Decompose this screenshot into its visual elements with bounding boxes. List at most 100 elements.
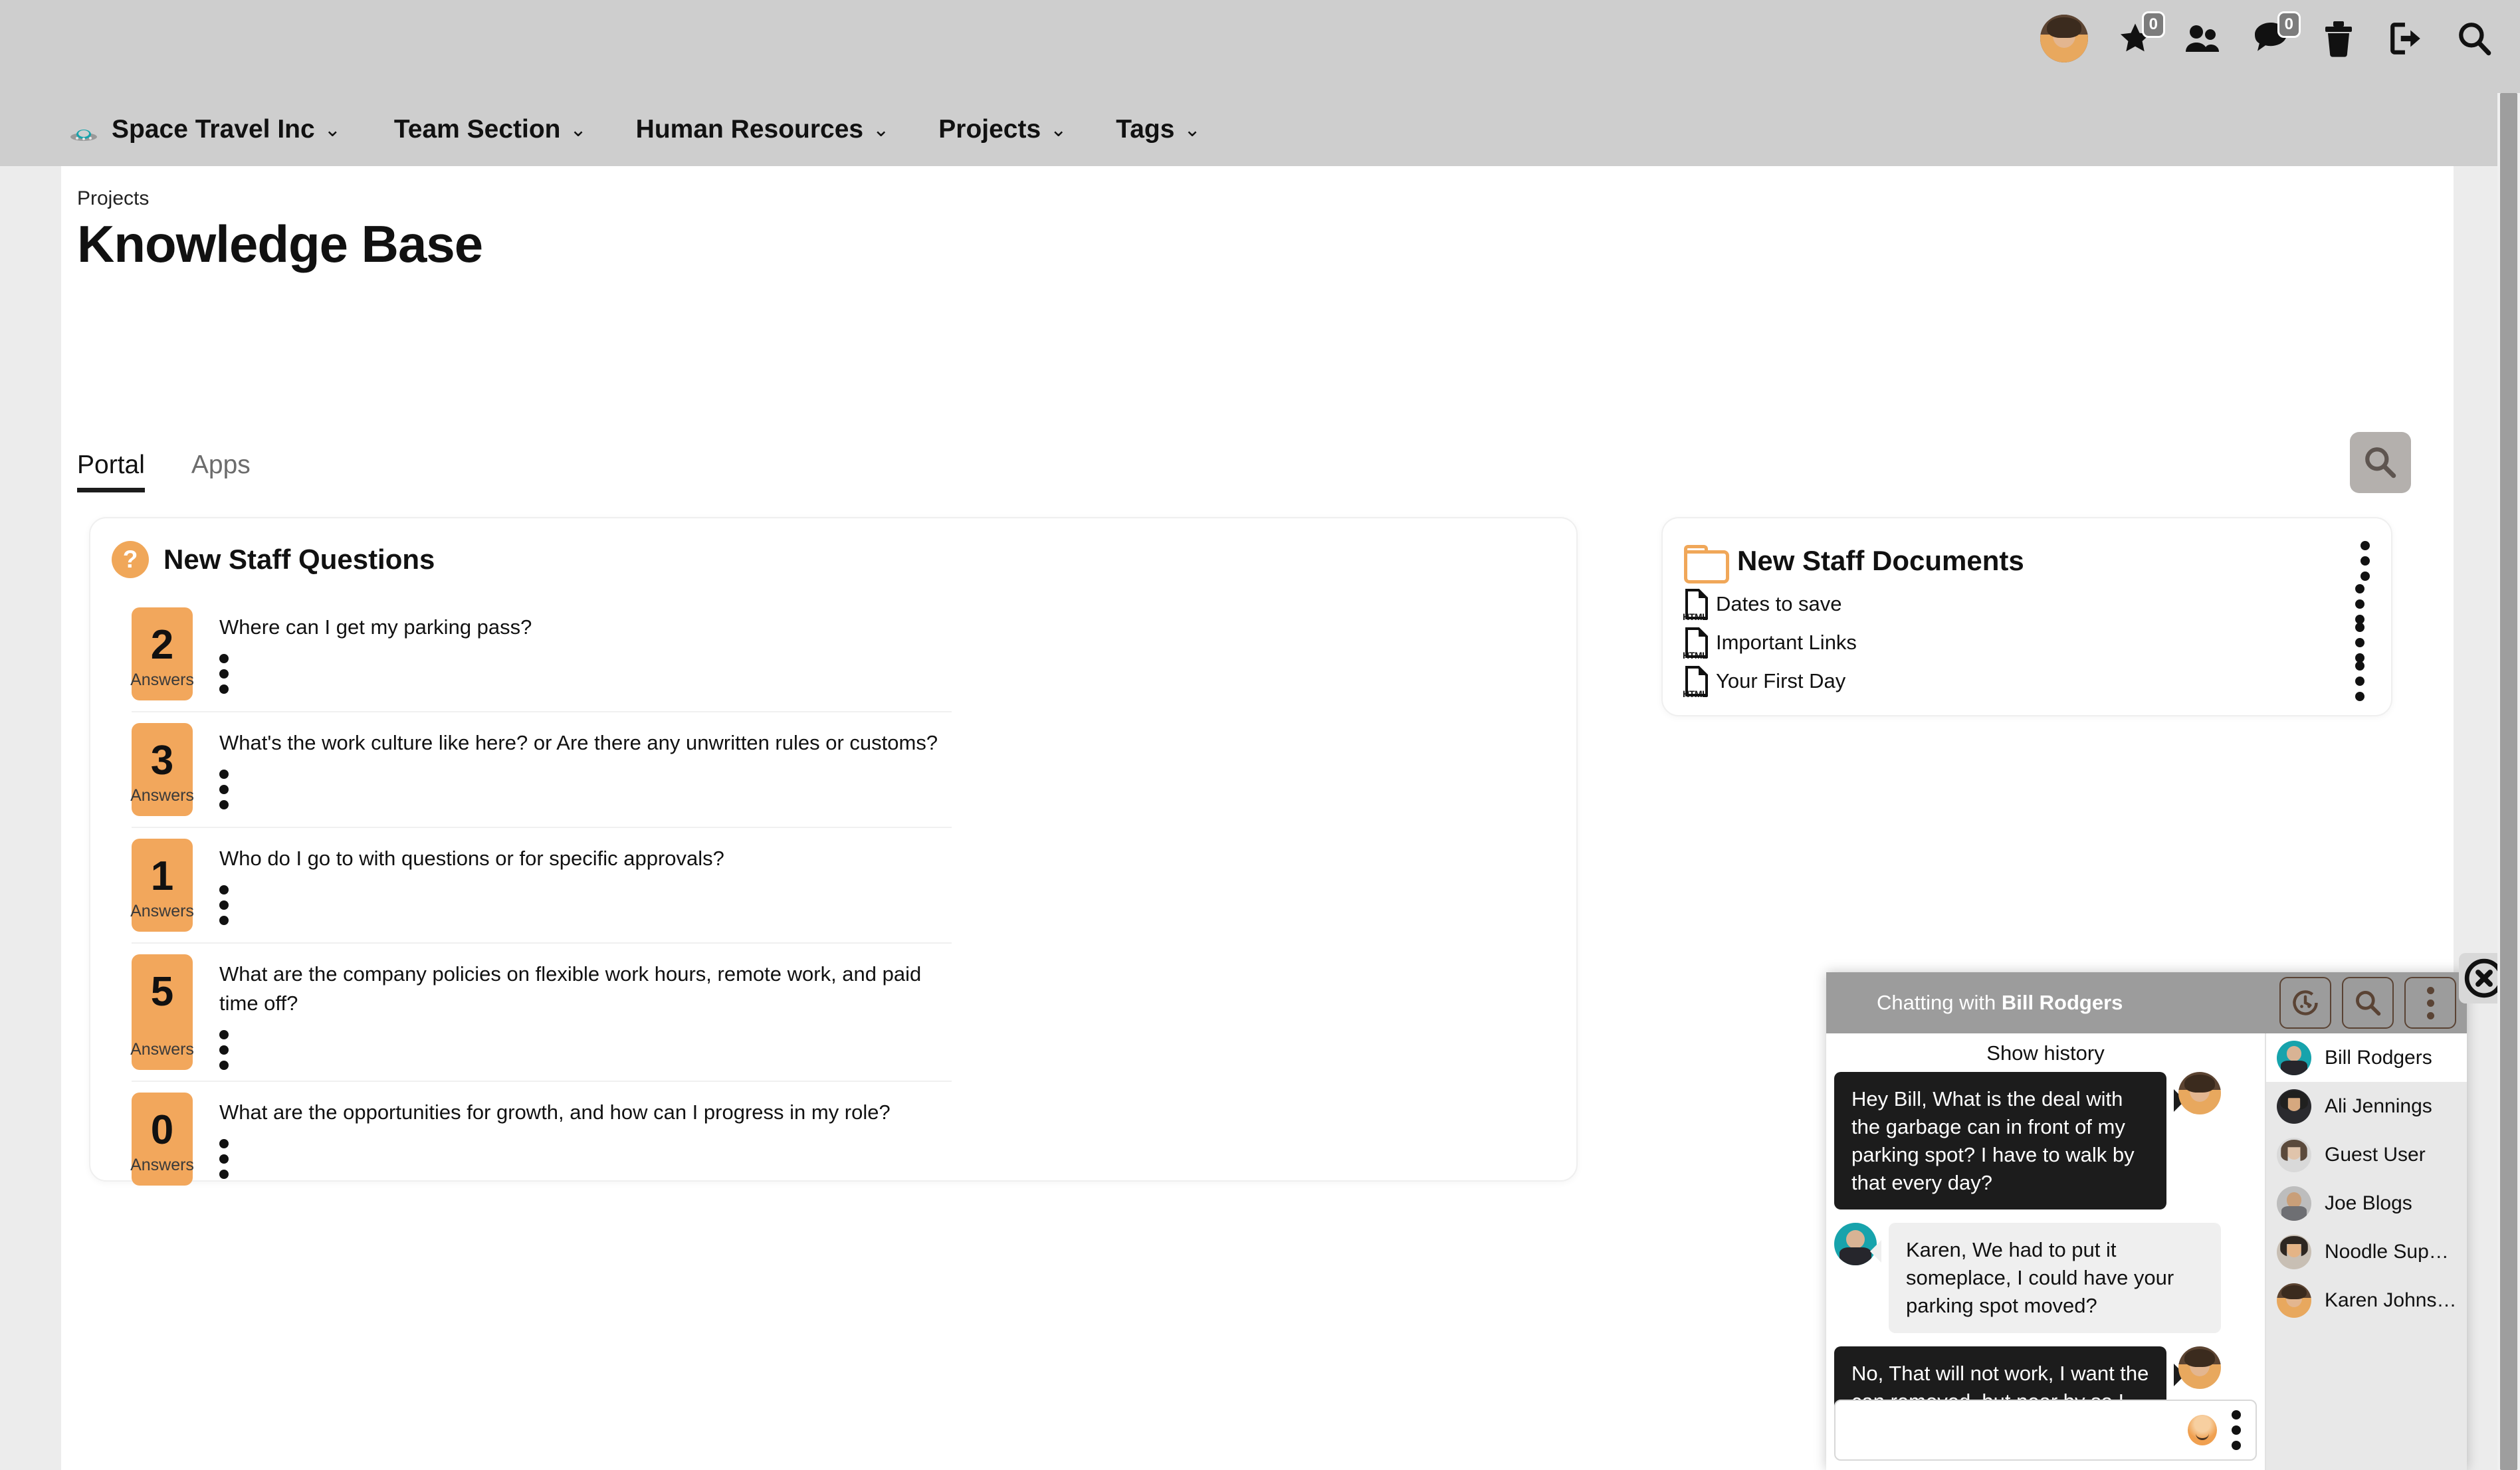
kebab-menu-icon[interactable] xyxy=(2355,584,2364,624)
chat-messages: Hey Bill, What is the deal with the garb… xyxy=(1826,1072,2265,1457)
avatar xyxy=(2277,1186,2311,1221)
trash-icon[interactable] xyxy=(2318,18,2359,59)
question-text: Who do I go to with questions or for spe… xyxy=(219,847,724,870)
contact-row-guest-user[interactable]: Guest User xyxy=(2266,1130,2467,1179)
answers-label: Answers xyxy=(130,1040,194,1059)
document-row[interactable]: HTML Important Links xyxy=(1663,623,2391,663)
top-icon-group: 0 0 xyxy=(2040,11,2495,62)
kebab-menu-icon[interactable] xyxy=(219,1139,229,1180)
card-title: New Staff Questions xyxy=(163,544,435,575)
answer-count: 2 xyxy=(150,622,174,668)
new-staff-documents-card: New Staff Documents HTML Dates to save H… xyxy=(1661,517,2392,716)
kebab-menu-icon[interactable] xyxy=(219,654,229,694)
chat-header: Chatting with Bill Rodgers xyxy=(1826,972,2467,1033)
kebab-menu-icon[interactable] xyxy=(219,885,229,926)
breadcrumb[interactable]: Projects xyxy=(77,187,149,210)
document-row[interactable]: HTML Dates to save xyxy=(1663,584,2391,624)
question-text: Where can I get my parking pass? xyxy=(219,615,532,639)
document-name: Dates to save xyxy=(1716,592,1842,615)
card-title: New Staff Documents xyxy=(1737,545,2024,576)
contact-name: Joe Blogs xyxy=(2325,1192,2412,1214)
nav-item-space-travel-inc[interactable]: Space Travel Inc ⌄ xyxy=(69,115,362,144)
avatar[interactable] xyxy=(2040,15,2088,62)
nav-item-tags[interactable]: Tags ⌄ xyxy=(1116,115,1221,144)
chat-contacts-list: Bill Rodgers Ali Jennings Guest User Joe… xyxy=(2265,1033,2467,1470)
composer-kebab-menu-icon[interactable] xyxy=(2232,1410,2241,1450)
question-text: What are the company policies on flexibl… xyxy=(219,962,922,1015)
html-file-icon: HTML xyxy=(1683,627,1709,661)
kebab-menu-icon[interactable] xyxy=(2355,661,2364,701)
document-name: Important Links xyxy=(1716,631,1857,654)
chat-bubble-icon[interactable]: 0 xyxy=(2250,11,2301,59)
search-icon xyxy=(2365,447,2396,478)
star-icon[interactable]: 0 xyxy=(2115,11,2165,59)
kebab-menu-icon[interactable] xyxy=(2361,541,2370,581)
answer-count-badge: 2 Answers xyxy=(130,607,194,700)
nav-item-label: Human Resources xyxy=(635,115,864,144)
chat-kebab-menu-icon[interactable] xyxy=(2404,977,2456,1029)
message-avatar xyxy=(2178,1072,2221,1114)
question-row[interactable]: 5 Answers What are the company policies … xyxy=(130,942,952,1081)
emoji-icon[interactable] xyxy=(2188,1415,2217,1445)
kebab-menu-icon[interactable] xyxy=(219,770,229,810)
nav-item-human-resources[interactable]: Human Resources ⌄ xyxy=(636,115,911,144)
html-file-icon: HTML xyxy=(1683,666,1709,699)
contact-name: Noodle Sup… xyxy=(2325,1240,2449,1263)
message-avatar xyxy=(2178,1346,2221,1389)
question-row[interactable]: 1 Answers Who do I go to with questions … xyxy=(130,827,952,942)
chevron-down-icon: ⌄ xyxy=(873,118,890,141)
card-header: New Staff Documents xyxy=(1663,518,2391,583)
search-icon[interactable] xyxy=(2454,18,2495,59)
message-bubble: Hey Bill, What is the deal with the garb… xyxy=(1834,1072,2185,1210)
contact-row-joe-blogs[interactable]: Joe Blogs xyxy=(2266,1179,2467,1227)
contact-row-bill-rodgers[interactable]: Bill Rodgers xyxy=(2266,1033,2467,1082)
answers-label: Answers xyxy=(130,1156,194,1175)
contact-row-ali-jennings[interactable]: Ali Jennings xyxy=(2266,1082,2467,1130)
question-row[interactable]: 0 Answers What are the opportunities for… xyxy=(130,1081,952,1196)
question-mark-icon: ? xyxy=(112,541,149,578)
question-row[interactable]: 2 Answers Where can I get my parking pas… xyxy=(90,597,1576,711)
document-row[interactable]: HTML Your First Day xyxy=(1663,661,2391,701)
avatar xyxy=(2277,1283,2311,1318)
nav-item-label: Space Travel Inc xyxy=(112,115,315,144)
left-rail xyxy=(0,166,61,1470)
page-search-button[interactable] xyxy=(2350,432,2411,493)
history-clock-icon[interactable] xyxy=(2279,977,2331,1029)
file-type-label: HTML xyxy=(1683,611,1708,622)
file-type-label: HTML xyxy=(1683,650,1708,661)
star-badge: 0 xyxy=(2141,11,2165,38)
contact-row-noodle-support[interactable]: Noodle Sup… xyxy=(2266,1227,2467,1276)
avatar xyxy=(2277,1040,2311,1075)
tab-apps[interactable]: Apps xyxy=(191,451,251,492)
message-bubble: Karen, We had to put it someplace, I cou… xyxy=(1870,1223,2221,1333)
chat-composer xyxy=(1834,1400,2257,1461)
page-scrollbar-thumb[interactable] xyxy=(2500,93,2517,1470)
chat-message-incoming: Karen, We had to put it someplace, I cou… xyxy=(1834,1223,2257,1333)
answer-count: 1 xyxy=(150,853,174,899)
people-icon[interactable] xyxy=(2182,18,2224,59)
folder-icon xyxy=(1684,545,1729,583)
chat-search-icon[interactable] xyxy=(2342,977,2394,1029)
nav-item-team-section[interactable]: Team Section ⌄ xyxy=(394,115,608,144)
chevron-down-icon: ⌄ xyxy=(1184,118,1201,141)
chat-widget: Chatting with Bill Rodgers Show history … xyxy=(1826,972,2467,1470)
contact-name: Ali Jennings xyxy=(2325,1095,2432,1117)
kebab-menu-icon[interactable] xyxy=(219,1030,229,1071)
show-history-link[interactable]: Show history xyxy=(1826,1033,2265,1072)
chat-input-field[interactable] xyxy=(1834,1400,2257,1461)
page-title: Knowledge Base xyxy=(77,215,483,273)
page-scrollbar[interactable] xyxy=(2497,93,2520,1470)
ufo-icon xyxy=(69,121,98,141)
tab-bar: Portal Apps xyxy=(77,451,251,492)
nav-item-projects[interactable]: Projects ⌄ xyxy=(938,115,1088,144)
contact-row-karen-johnson[interactable]: Karen Johns… xyxy=(2266,1276,2467,1324)
question-text: What's the work culture like here? or Ar… xyxy=(219,731,938,754)
kebab-menu-icon[interactable] xyxy=(2355,623,2364,663)
answers-label: Answers xyxy=(130,902,194,920)
answer-count-badge: 5 Answers xyxy=(130,954,194,1071)
answer-count-badge: 3 Answers xyxy=(130,723,194,816)
logout-icon[interactable] xyxy=(2386,18,2427,59)
question-text: What are the opportunities for growth, a… xyxy=(219,1101,891,1124)
tab-portal[interactable]: Portal xyxy=(77,451,145,492)
question-row[interactable]: 3 Answers What's the work culture like h… xyxy=(130,711,952,827)
